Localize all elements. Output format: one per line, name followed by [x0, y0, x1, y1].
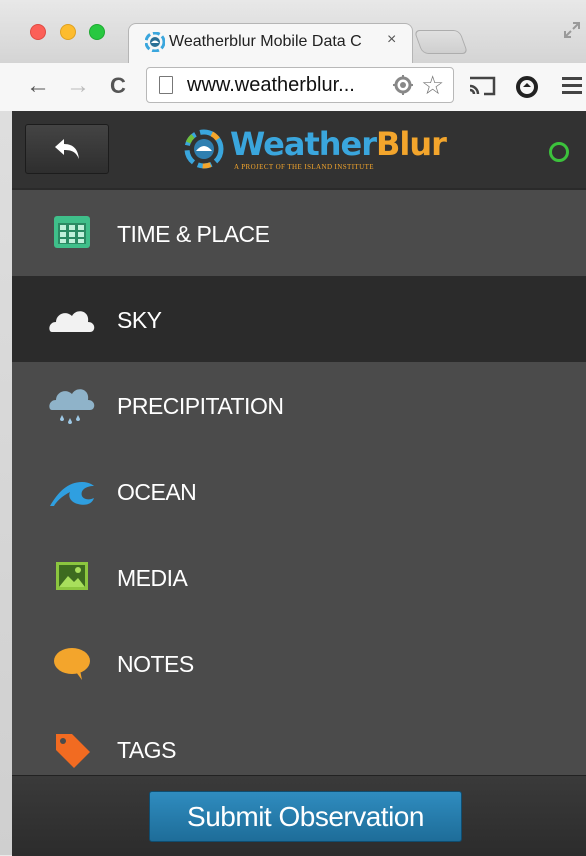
- undo-arrow-icon: [55, 139, 79, 159]
- footer-bar: Submit Observation: [12, 775, 586, 856]
- extension-icon[interactable]: [392, 74, 414, 96]
- speech-bubble-icon: [54, 648, 90, 680]
- menu-label-sky: SKY: [117, 307, 162, 333]
- reload-icon[interactable]: C: [110, 73, 126, 99]
- browser-tab[interactable]: Weatherblur Mobile Data C ×: [128, 23, 413, 63]
- zoom-window-button[interactable]: [89, 24, 105, 40]
- minimize-window-button[interactable]: [60, 24, 76, 40]
- cloud-icon: [49, 311, 95, 332]
- bookmark-star-icon[interactable]: ☆: [421, 70, 444, 101]
- tab-close-icon[interactable]: ×: [387, 31, 396, 49]
- sync-extension-icon[interactable]: [514, 74, 540, 100]
- tab-title: Weatherblur Mobile Data C: [169, 33, 362, 50]
- menu-item-ocean[interactable]: OCEAN: [12, 448, 586, 534]
- menu-icon[interactable]: [560, 74, 584, 98]
- logo-globe-icon: [184, 129, 224, 169]
- menu-label-notes: NOTES: [117, 651, 194, 677]
- observation-menu: TIME & PLACE SKY PRECIPITATION OCEAN MED…: [12, 190, 586, 792]
- menu-item-notes[interactable]: NOTES: [12, 620, 586, 706]
- tag-icon: [56, 734, 90, 768]
- menu-item-media[interactable]: MEDIA: [12, 534, 586, 620]
- address-bar[interactable]: www.weatherblur... ☆: [146, 67, 454, 103]
- menu-label-media: MEDIA: [117, 565, 188, 591]
- connection-status-indicator: [549, 142, 569, 162]
- submit-observation-button[interactable]: Submit Observation: [149, 791, 462, 842]
- browser-toolbar: ← → C www.weatherblur... ☆: [0, 63, 586, 112]
- forward-nav-icon[interactable]: →: [66, 73, 90, 99]
- logo-subtitle: A PROJECT OF THE ISLAND INSTITUTE: [234, 163, 374, 171]
- calendar-icon: [54, 216, 90, 248]
- page-icon: [159, 76, 173, 94]
- menu-item-sky[interactable]: SKY: [12, 276, 586, 362]
- app-header: WeatherBlur A PROJECT OF THE ISLAND INST…: [12, 111, 586, 190]
- back-nav-icon[interactable]: ←: [26, 73, 50, 99]
- menu-label-ocean: OCEAN: [117, 479, 197, 505]
- menu-item-precipitation[interactable]: PRECIPITATION: [12, 362, 586, 448]
- wave-icon: [50, 482, 94, 506]
- close-window-button[interactable]: [30, 24, 46, 40]
- url-text[interactable]: www.weatherblur...: [187, 74, 387, 97]
- app-container: WeatherBlur A PROJECT OF THE ISLAND INST…: [12, 111, 586, 856]
- menu-label-precipitation: PRECIPITATION: [117, 393, 284, 419]
- menu-label-time-place: TIME & PLACE: [117, 221, 270, 247]
- menu-item-time-place[interactable]: TIME & PLACE: [12, 190, 586, 276]
- menu-label-tags: TAGS: [117, 737, 176, 763]
- weatherblur-favicon-icon: [145, 32, 165, 52]
- weatherblur-logo: WeatherBlur A PROJECT OF THE ISLAND INST…: [184, 125, 447, 175]
- title-bar: Weatherblur Mobile Data C ×: [0, 0, 586, 64]
- image-icon: [56, 562, 88, 590]
- new-tab-button[interactable]: [413, 30, 469, 54]
- rain-cloud-icon: [49, 389, 95, 424]
- back-button[interactable]: [25, 124, 109, 174]
- browser-window: Weatherblur Mobile Data C × ← → C www.we…: [0, 0, 586, 856]
- cast-icon[interactable]: [468, 74, 496, 98]
- logo-text: WeatherBlur: [230, 125, 447, 163]
- fullscreen-icon[interactable]: [562, 20, 582, 40]
